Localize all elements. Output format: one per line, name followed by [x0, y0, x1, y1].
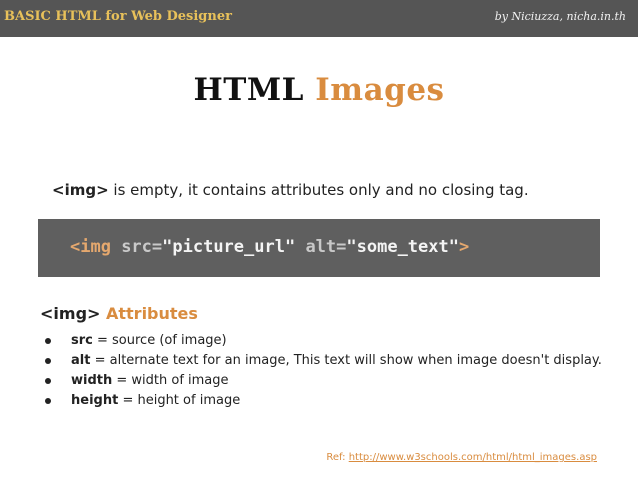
intro-description: is empty, it contains attributes only an…: [108, 181, 529, 199]
author-credit: by Niciuzza, nicha.in.th: [494, 10, 626, 23]
code-open-tag: <img: [70, 237, 122, 257]
intro-tag: <img>: [52, 181, 109, 199]
bullet-icon: [45, 338, 51, 344]
list-item: width = width of image: [44, 371, 614, 391]
list-item: src = source (of image): [44, 331, 614, 351]
code-src-value: "picture_url": [162, 237, 296, 257]
attributes-heading-text: Attributes: [100, 304, 198, 323]
attribute-name: src: [71, 333, 93, 348]
attribute-description: = source (of image): [92, 333, 227, 348]
bullet-icon: [45, 398, 51, 404]
code-example: <img src="picture_url" alt="some_text">: [70, 237, 469, 257]
attributes-heading: <img> Attributes: [40, 304, 198, 323]
slide-title: HTML Images: [0, 72, 638, 108]
attributes-list: src = source (of image) alt = alternate …: [44, 331, 614, 411]
reference-link[interactable]: http://www.w3schools.com/html/html_image…: [349, 452, 597, 463]
course-title: BASIC HTML for Web Designer: [4, 9, 232, 24]
reference-label: Ref:: [326, 452, 349, 463]
reference-note: Ref: http://www.w3schools.com/html/html_…: [326, 452, 597, 463]
code-example-box: <img src="picture_url" alt="some_text">: [38, 219, 600, 277]
bullet-icon: [45, 378, 51, 384]
attribute-name: width: [71, 373, 113, 388]
code-close-tag: >: [458, 237, 470, 257]
attribute-description: = height of image: [118, 393, 241, 408]
code-src-attr: src=: [121, 237, 163, 257]
header-bar: BASIC HTML for Web Designer by Niciuzza,…: [0, 0, 638, 37]
slide-title-images: Images: [315, 72, 445, 108]
attribute-name: height: [71, 393, 119, 408]
code-alt-value: "some_text": [346, 237, 459, 257]
attributes-heading-tag: <img>: [40, 304, 101, 323]
list-item: alt = alternate text for an image, This …: [44, 351, 614, 371]
bullet-icon: [45, 358, 51, 364]
attribute-description: = alternate text for an image, This text…: [90, 353, 602, 368]
list-item: height = height of image: [44, 391, 614, 411]
intro-text: <img> is empty, it contains attributes o…: [52, 181, 529, 199]
slide-title-html: HTML: [193, 72, 304, 108]
attribute-description: = width of image: [112, 373, 229, 388]
attribute-name: alt: [71, 353, 91, 368]
code-alt-attr: alt=: [295, 237, 347, 257]
